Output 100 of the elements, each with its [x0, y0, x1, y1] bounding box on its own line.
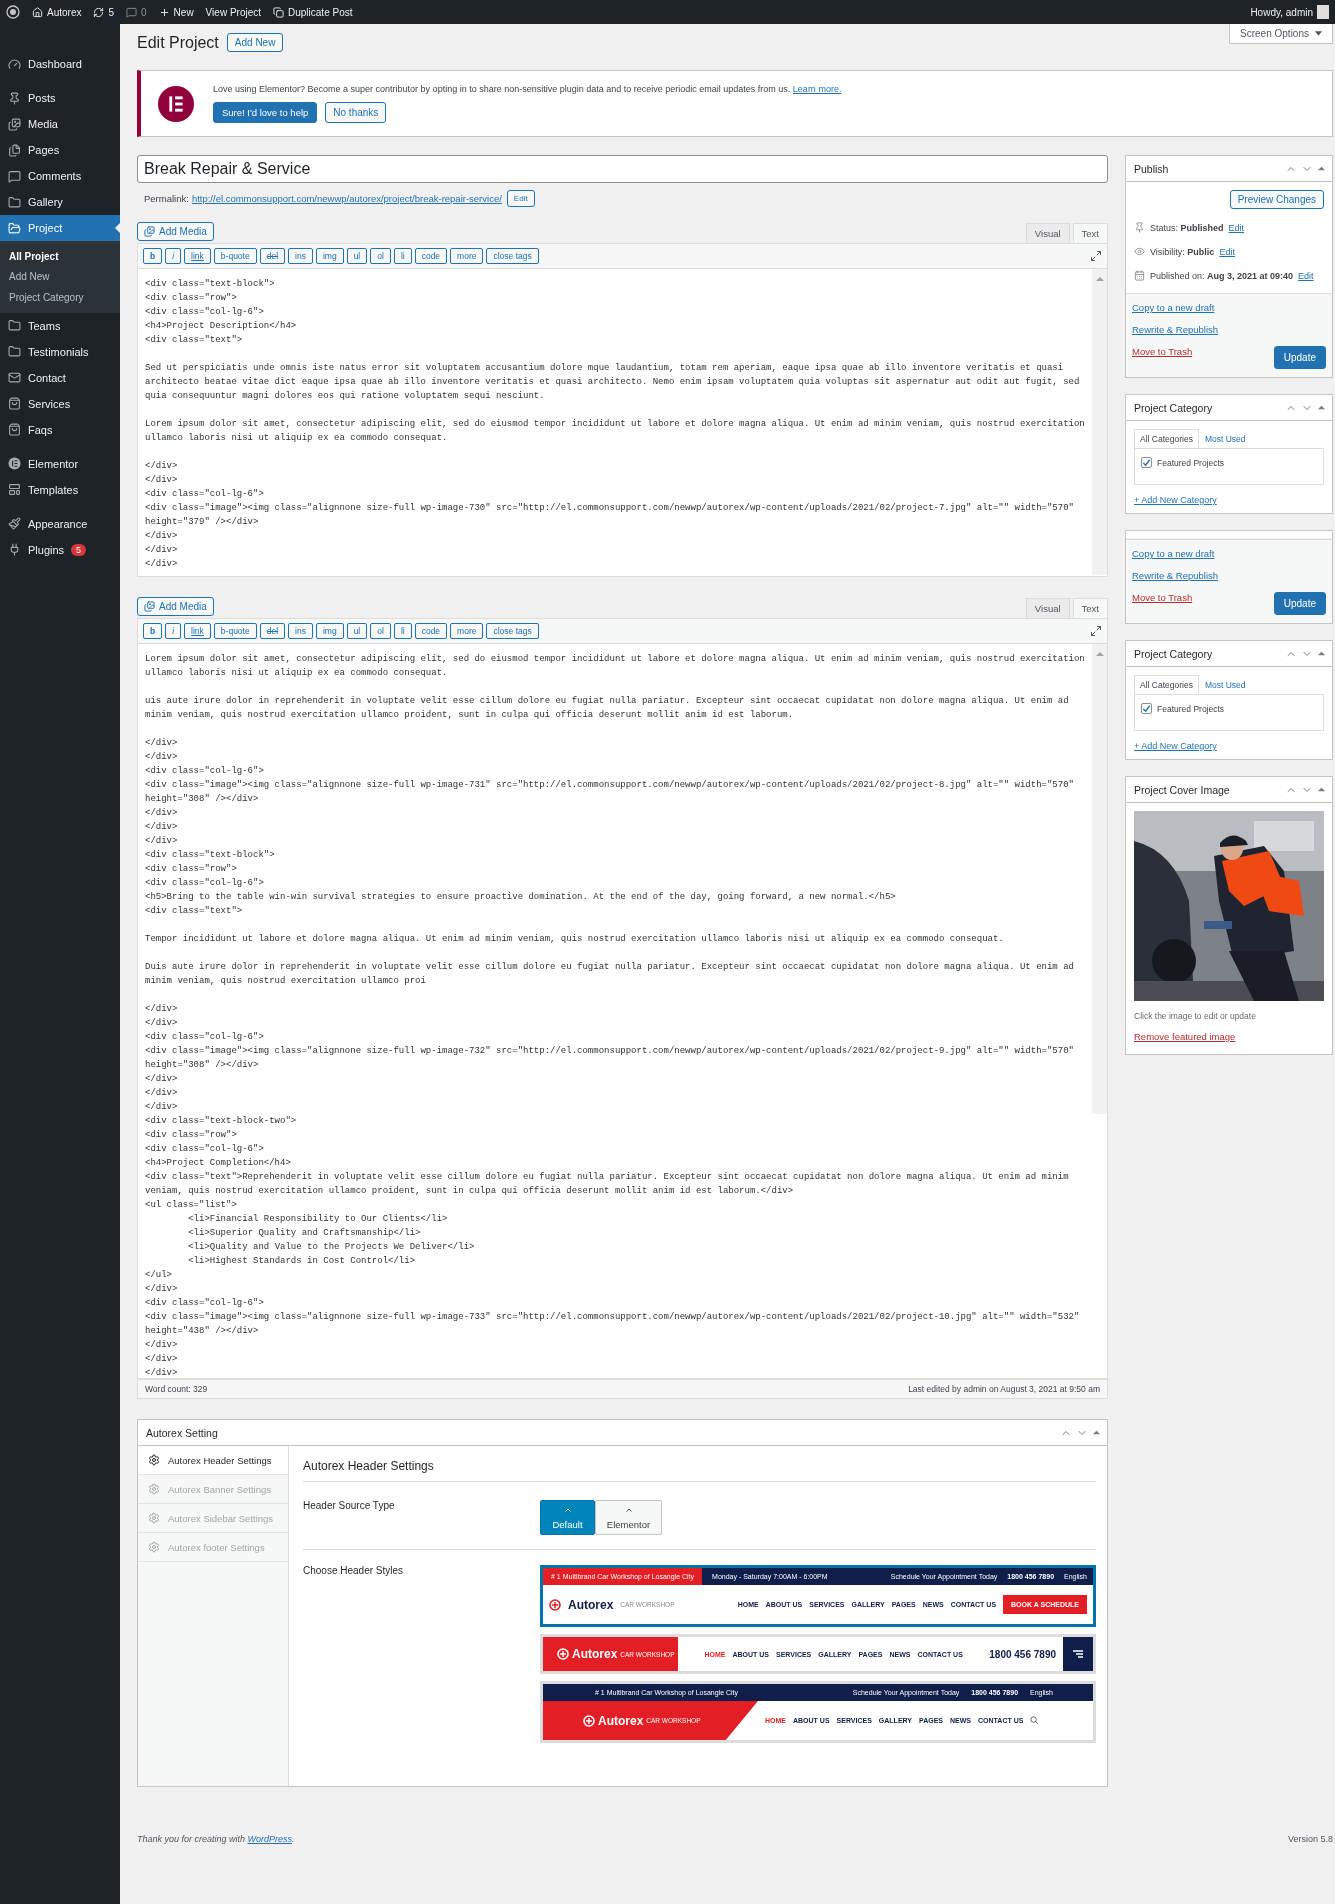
settings-tab[interactable]: Autorex Header Settings — [138, 1446, 288, 1475]
format-button[interactable]: ul — [346, 623, 368, 639]
action-link[interactable]: Rewrite & Republish — [1132, 570, 1326, 581]
menu-item[interactable]: Posts — [0, 85, 120, 111]
menu-item[interactable]: Dashboard — [0, 51, 120, 77]
submenu-item[interactable]: Project Category — [0, 287, 120, 308]
edit-link[interactable]: Edit — [1219, 246, 1235, 257]
editor-tab[interactable]: Visual — [1025, 598, 1070, 618]
menu-item[interactable]: Project — [0, 215, 120, 241]
add-category-link[interactable]: + Add New Category — [1134, 495, 1324, 505]
scrollbar[interactable] — [1092, 269, 1107, 575]
scrollbar[interactable] — [1092, 644, 1107, 1114]
editor-tab[interactable]: Text — [1072, 223, 1108, 243]
format-button[interactable]: ol — [370, 623, 391, 639]
menu-item[interactable]: Services — [0, 390, 120, 417]
format-button[interactable]: more — [450, 248, 484, 264]
updates-icon[interactable] — [93, 6, 105, 18]
format-button[interactable]: b-quote — [213, 248, 257, 264]
update-button[interactable]: Update — [1273, 592, 1326, 615]
submenu-item[interactable]: Add New — [0, 266, 120, 287]
remove-image-link[interactable]: Remove featured image — [1134, 1031, 1324, 1042]
collapse-icon[interactable] — [1317, 403, 1326, 412]
menu-item[interactable]: Media — [0, 111, 120, 137]
source-option[interactable]: Default — [540, 1500, 595, 1535]
fullscreen-icon[interactable] — [1090, 250, 1102, 262]
format-button[interactable]: b — [143, 623, 163, 639]
format-button[interactable]: del — [259, 248, 286, 264]
header-style-option[interactable] — [540, 1565, 1096, 1627]
title-input[interactable]: Break Repair & Service — [137, 155, 1108, 183]
collapse-icon[interactable] — [1317, 164, 1326, 173]
menu-item[interactable]: Pages — [0, 137, 120, 163]
decline-button[interactable]: No thanks — [325, 102, 387, 123]
menu-item[interactable]: Teams — [0, 312, 120, 339]
accept-button[interactable]: Sure! I'd love to help — [213, 102, 318, 123]
action-link[interactable]: Copy to a new draft — [1132, 548, 1326, 559]
copy-icon[interactable] — [273, 6, 284, 18]
edit-button[interactable]: Edit — [506, 189, 535, 207]
format-button[interactable]: link — [184, 248, 211, 264]
format-button[interactable]: b — [143, 248, 163, 264]
format-button[interactable]: img — [315, 248, 344, 264]
format-button[interactable]: more — [450, 623, 484, 639]
logo-icon[interactable] — [6, 5, 20, 19]
editor-tab[interactable]: Text — [1072, 598, 1108, 618]
menu-item[interactable]: Plugins 5 — [0, 536, 120, 563]
collapse-icon[interactable] — [1317, 649, 1326, 658]
format-button[interactable]: i — [165, 623, 182, 639]
checkbox[interactable] — [1141, 703, 1152, 714]
menu-item[interactable]: Testimonials — [0, 338, 120, 365]
source-option[interactable]: Elementor — [595, 1500, 662, 1535]
menu-item[interactable]: Contact — [0, 364, 120, 391]
format-button[interactable]: code — [414, 248, 448, 264]
comments-count[interactable]: 0 — [141, 6, 147, 18]
add-media-button[interactable]: Add Media — [137, 222, 214, 241]
menu-item[interactable]: Faqs — [0, 416, 120, 443]
format-button[interactable]: ul — [346, 248, 368, 264]
collapse-icon[interactable] — [1317, 785, 1326, 794]
format-button[interactable]: del — [259, 623, 286, 639]
screen-options-button[interactable]: Screen Options — [1229, 24, 1333, 44]
action-link[interactable]: Rewrite & Republish — [1132, 324, 1326, 335]
checkbox[interactable] — [1141, 457, 1152, 468]
add-media-button[interactable]: Add Media — [137, 597, 214, 616]
action-link[interactable]: Copy to a new draft — [1132, 302, 1326, 313]
format-button[interactable]: ins — [288, 623, 313, 639]
update-button[interactable]: Update — [1273, 346, 1326, 369]
trash-link[interactable]: Move to Trash — [1132, 346, 1193, 357]
add-new-button[interactable]: Add New — [226, 33, 284, 52]
duplicate-link[interactable]: Duplicate Post — [288, 6, 353, 18]
editor-tab[interactable]: Visual — [1025, 223, 1070, 243]
format-button[interactable]: close tags — [486, 248, 539, 264]
category-tab[interactable]: All Categories — [1134, 429, 1199, 448]
view-link[interactable]: View Project — [205, 6, 261, 18]
format-button[interactable]: ol — [370, 248, 391, 264]
format-button[interactable]: close tags — [486, 623, 539, 639]
home-icon[interactable] — [32, 6, 43, 18]
format-button[interactable]: li — [393, 248, 412, 264]
menu-item[interactable]: Comments — [0, 163, 120, 189]
format-button[interactable]: b-quote — [213, 623, 257, 639]
preview-button[interactable]: Preview Changes — [1229, 190, 1324, 209]
trash-link[interactable]: Move to Trash — [1132, 592, 1193, 603]
new-link[interactable]: New — [173, 6, 194, 18]
menu-item[interactable]: Appearance — [0, 510, 120, 537]
edit-link[interactable]: Edit — [1228, 222, 1245, 233]
menu-item[interactable]: Elementor — [0, 450, 120, 477]
plus-icon[interactable] — [158, 6, 170, 18]
account-link[interactable]: Howdy, admin — [1250, 6, 1313, 18]
format-button[interactable]: img — [315, 623, 344, 639]
format-button[interactable]: link — [184, 623, 211, 639]
site-link[interactable]: Autorex — [47, 6, 82, 18]
format-button[interactable]: code — [414, 623, 448, 639]
format-button[interactable]: li — [393, 623, 412, 639]
fullscreen-icon[interactable] — [1090, 625, 1102, 637]
edit-link[interactable]: Edit — [1298, 270, 1314, 281]
menu-item[interactable]: Templates — [0, 476, 120, 503]
updates-count[interactable]: 5 — [108, 6, 115, 18]
submenu-item[interactable]: All Project — [0, 246, 120, 267]
format-button[interactable]: i — [165, 248, 182, 264]
add-category-link[interactable]: + Add New Category — [1134, 741, 1324, 751]
collapse-icon[interactable] — [1092, 1428, 1101, 1437]
menu-item[interactable]: Gallery — [0, 189, 120, 215]
permalink-link[interactable]: http://el.commonsupport.com/newwp/autorex/project/break-repair-service/ — [191, 192, 502, 204]
